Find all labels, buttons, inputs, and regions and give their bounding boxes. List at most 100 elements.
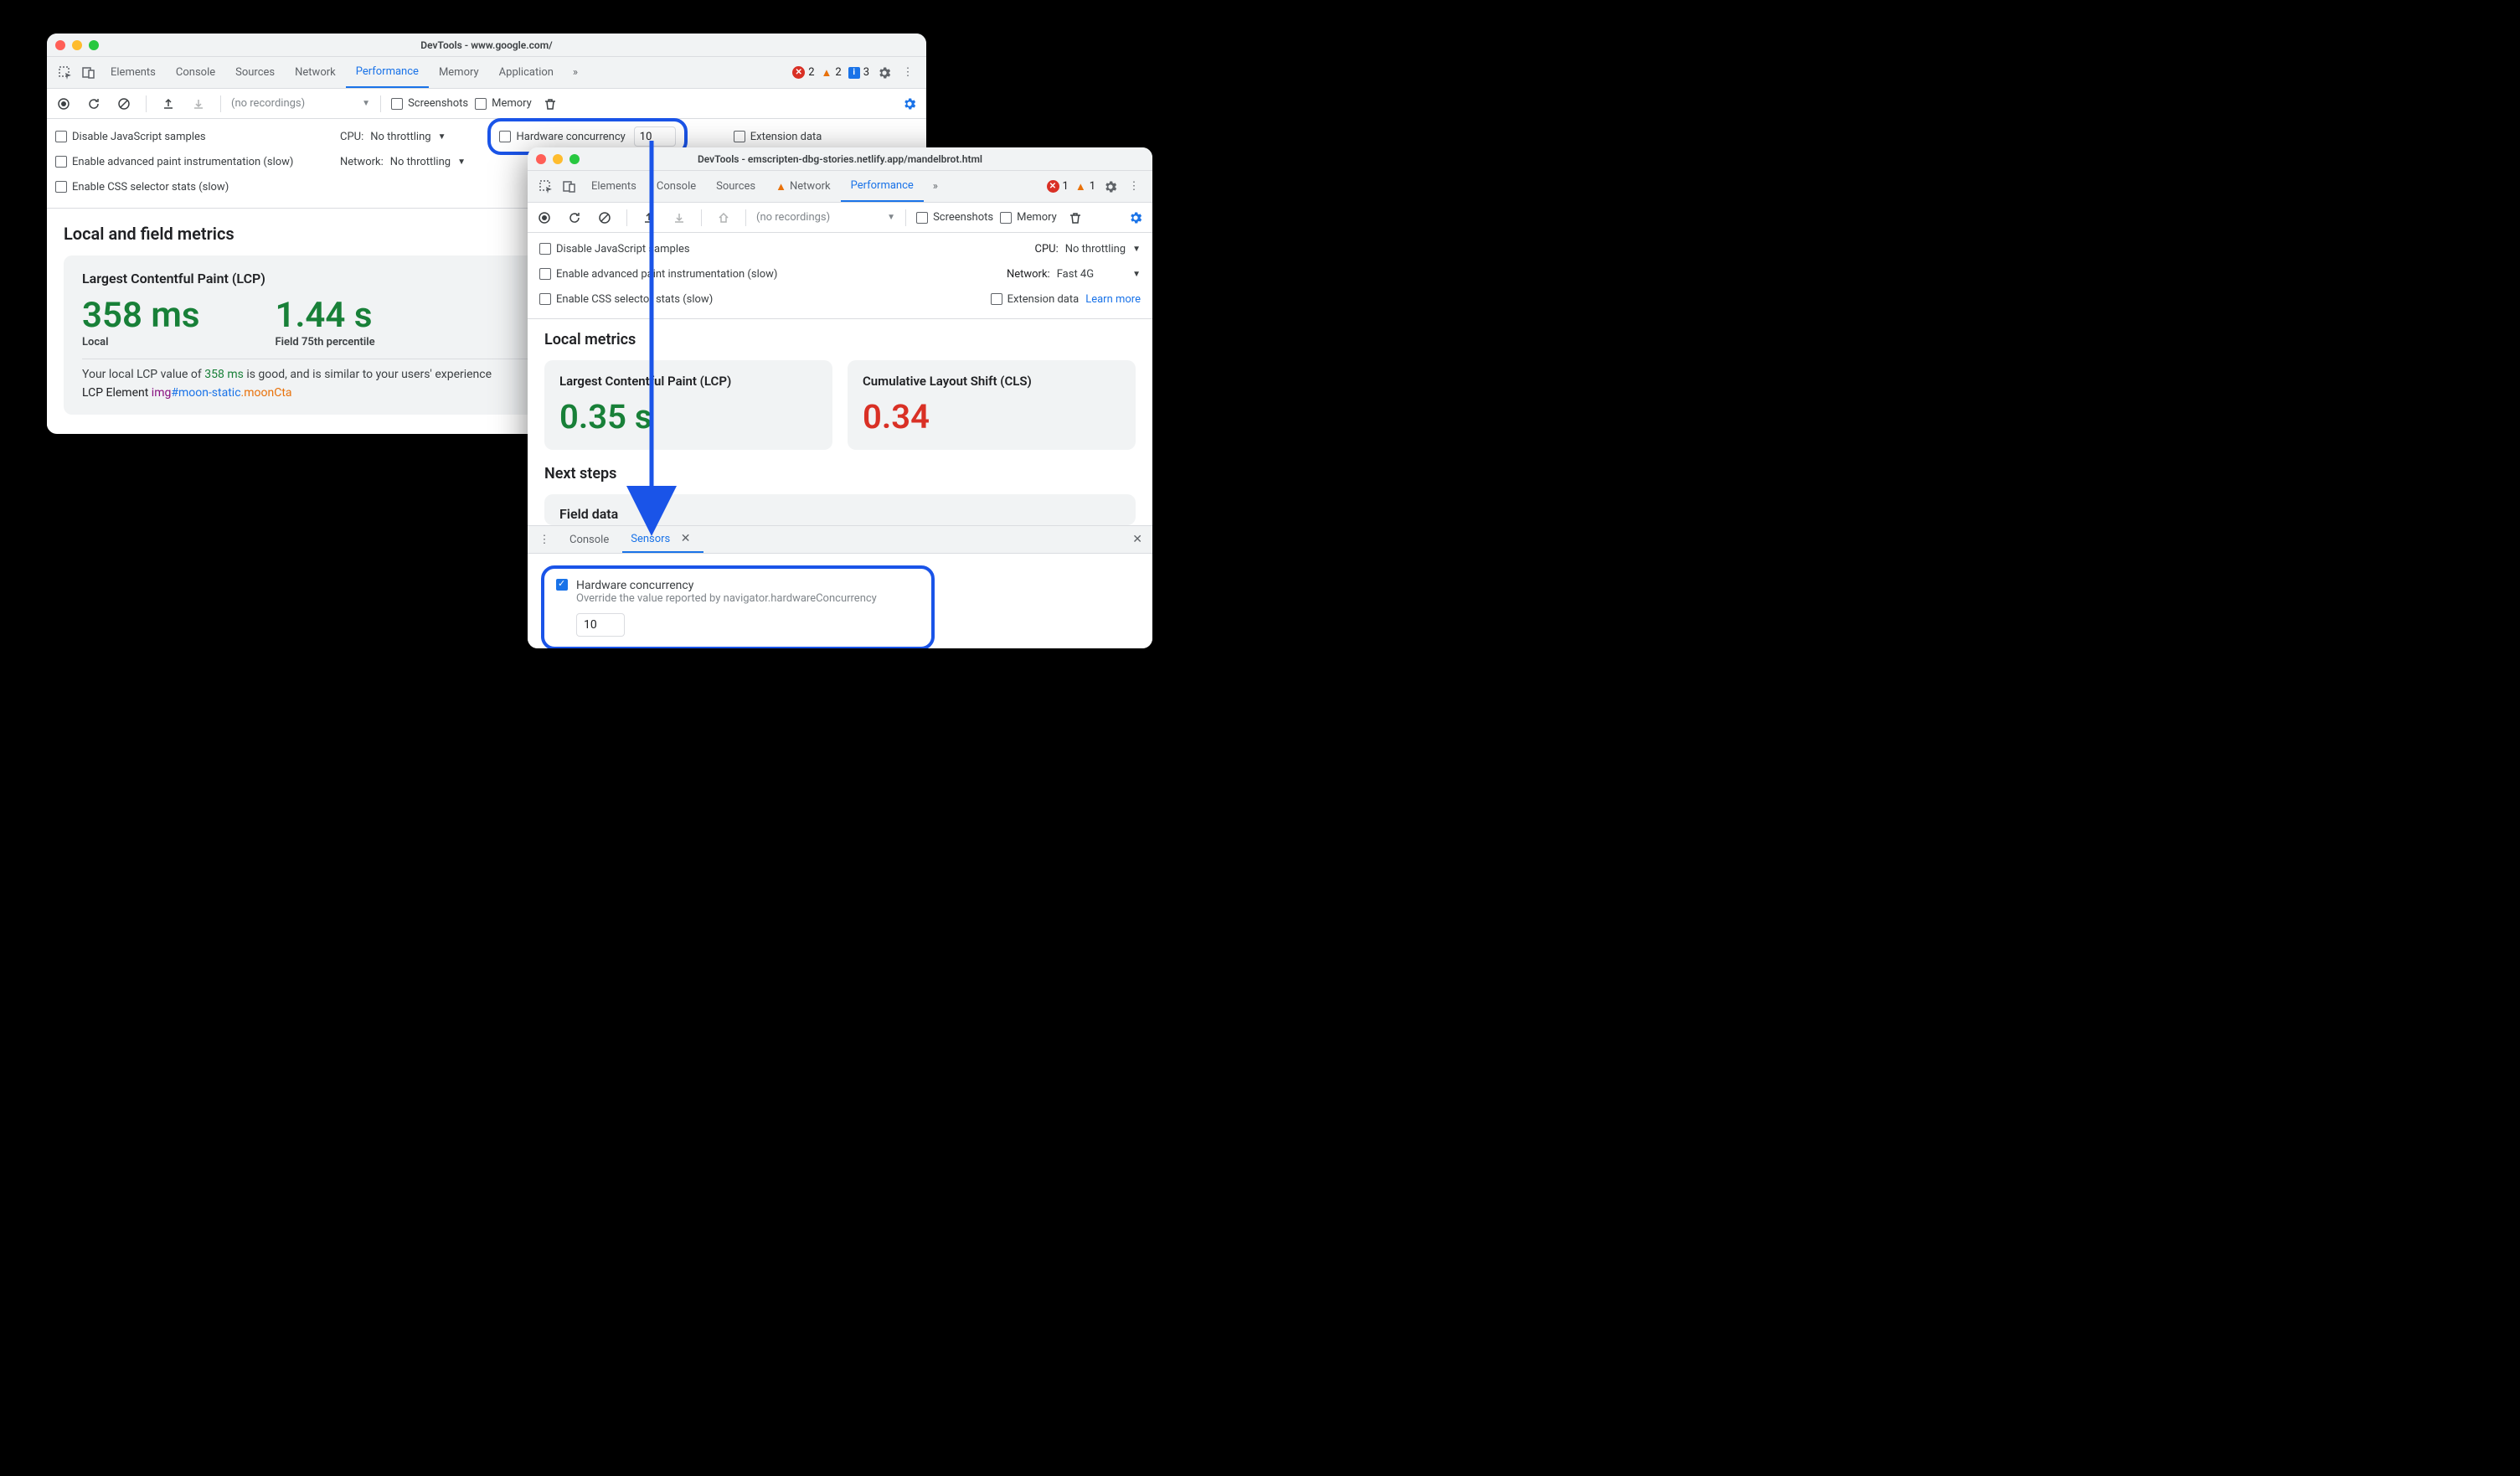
record-icon[interactable] (52, 92, 75, 116)
tab-network[interactable]: ▲Network (765, 171, 840, 202)
maximize-icon[interactable] (569, 154, 580, 164)
tab-sources[interactable]: Sources (706, 171, 765, 202)
disable-js-checkbox[interactable]: Disable JavaScript samples (55, 131, 340, 143)
more-tabs-icon[interactable]: » (924, 175, 947, 199)
paint-instrumentation-checkbox[interactable]: Enable advanced paint instrumentation (s… (55, 156, 340, 168)
tab-sources[interactable]: Sources (225, 57, 285, 88)
recordings-placeholder: (no recordings) (231, 97, 305, 110)
home-icon[interactable] (712, 206, 735, 230)
drawer-tab-sensors-label: Sensors (631, 533, 670, 545)
clear-icon[interactable] (112, 92, 136, 116)
extension-data-checkbox[interactable]: Extension data (734, 131, 822, 143)
tab-memory[interactable]: Memory (429, 57, 489, 88)
hw-sensor-label: Hardware concurrency (576, 579, 877, 592)
drawer-tab-console[interactable]: Console (561, 526, 617, 553)
inspect-icon[interactable] (54, 61, 77, 85)
window-title: DevTools - emscripten-dbg-stories.netlif… (698, 153, 982, 165)
maximize-icon[interactable] (89, 40, 99, 50)
warning-icon: ▲ (776, 180, 786, 194)
css-stats-checkbox[interactable]: Enable CSS selector stats (slow) (539, 293, 713, 306)
more-tabs-icon[interactable]: » (564, 61, 587, 85)
errors-badge[interactable]: ✕1 (1047, 180, 1069, 193)
network-value: No throttling (390, 156, 451, 168)
memory-label: Memory (1017, 211, 1057, 224)
close-icon[interactable] (55, 40, 65, 50)
upload-icon[interactable] (157, 92, 180, 116)
tab-elements[interactable]: Elements (581, 171, 647, 202)
cpu-label: CPU: (340, 131, 363, 143)
learn-more-link[interactable]: Learn more (1085, 293, 1141, 306)
network-throttle-select[interactable]: No throttling▼ (390, 156, 466, 168)
metrics-section-title: Local metrics (544, 331, 1136, 348)
network-label: Network: (340, 156, 384, 168)
gc-icon[interactable] (1064, 206, 1087, 230)
separator (220, 95, 221, 112)
kebab-menu-icon[interactable]: ⋮ (533, 528, 556, 551)
kebab-menu-icon[interactable]: ⋮ (896, 61, 920, 85)
info-badge[interactable]: i3 (848, 66, 869, 79)
errors-badge[interactable]: ✕2 (792, 66, 814, 79)
clear-icon[interactable] (593, 206, 616, 230)
tab-performance[interactable]: Performance (841, 171, 924, 202)
settings-icon[interactable] (1099, 175, 1122, 199)
cls-card: Cumulative Layout Shift (CLS) 0.34 (848, 360, 1136, 450)
drawer-tab-sensors[interactable]: Sensors ✕ (622, 526, 703, 553)
tab-network[interactable]: Network (285, 57, 346, 88)
screenshots-label: Screenshots (933, 211, 993, 224)
network-label: Network: (1007, 268, 1050, 281)
capture-options: Disable JavaScript samples CPU:No thrott… (528, 233, 1152, 319)
close-drawer-icon[interactable]: ✕ (1127, 533, 1147, 546)
css-stats-checkbox[interactable]: Enable CSS selector stats (slow) (55, 181, 340, 194)
field-data-title: Field data (559, 506, 1121, 522)
gc-icon[interactable] (539, 92, 562, 116)
inspect-icon[interactable] (534, 175, 558, 199)
tab-performance[interactable]: Performance (346, 57, 429, 88)
memory-checkbox[interactable]: Memory (1000, 211, 1057, 224)
warnings-badge[interactable]: ▲2 (822, 66, 842, 80)
minimize-icon[interactable] (553, 154, 563, 164)
upload-icon[interactable] (637, 206, 661, 230)
hardware-concurrency-input[interactable]: 10 (634, 126, 676, 147)
device-toggle-icon[interactable] (558, 175, 581, 199)
network-throttle-select[interactable]: Fast 4G▼ (1057, 268, 1141, 281)
recordings-placeholder: (no recordings) (756, 211, 830, 224)
metrics-panel: Local metrics Largest Contentful Paint (… (528, 319, 1152, 525)
perf-toolbar: (no recordings)▼ Screenshots Memory (47, 89, 926, 119)
hardware-concurrency-checkbox[interactable]: Hardware concurrency (499, 131, 625, 143)
desc-pre: Your local LCP value of (82, 368, 204, 381)
tab-console[interactable]: Console (166, 57, 225, 88)
settings-icon[interactable] (873, 61, 896, 85)
device-toggle-icon[interactable] (77, 61, 100, 85)
capture-settings-icon[interactable] (898, 92, 921, 116)
record-icon[interactable] (533, 206, 556, 230)
tab-console[interactable]: Console (647, 171, 706, 202)
lcp-value: 0.35 s (559, 397, 817, 436)
paint-instrumentation-checkbox[interactable]: Enable advanced paint instrumentation (s… (539, 268, 777, 281)
tab-application[interactable]: Application (489, 57, 564, 88)
cpu-throttle-select[interactable]: No throttling▼ (370, 131, 446, 143)
disable-js-checkbox[interactable]: Disable JavaScript samples (539, 243, 690, 255)
lcp-element-id: #moon-static (171, 386, 240, 400)
hardware-concurrency-sensor-input[interactable]: 10 (576, 613, 625, 637)
reload-record-icon[interactable] (82, 92, 106, 116)
close-tab-icon[interactable]: ✕ (676, 532, 696, 545)
cpu-throttle-select[interactable]: No throttling▼ (1065, 243, 1141, 255)
warnings-badge[interactable]: ▲1 (1075, 180, 1095, 194)
hardware-concurrency-sensor-checkbox[interactable] (556, 579, 568, 591)
tab-elements[interactable]: Elements (100, 57, 166, 88)
reload-record-icon[interactable] (563, 206, 586, 230)
recordings-dropdown[interactable]: (no recordings)▼ (231, 97, 370, 110)
recordings-dropdown[interactable]: (no recordings)▼ (756, 211, 895, 224)
extension-data-checkbox[interactable]: Extension data (991, 293, 1080, 306)
paint-instr-label: Enable advanced paint instrumentation (s… (72, 156, 293, 168)
capture-settings-icon[interactable] (1124, 206, 1147, 230)
sensors-panel: Hardware concurrency Override the value … (528, 554, 1152, 648)
memory-checkbox[interactable]: Memory (475, 97, 532, 110)
minimize-icon[interactable] (72, 40, 82, 50)
screenshots-checkbox[interactable]: Screenshots (916, 211, 993, 224)
screenshots-checkbox[interactable]: Screenshots (391, 97, 468, 110)
kebab-menu-icon[interactable]: ⋮ (1122, 175, 1146, 199)
download-icon[interactable] (667, 206, 691, 230)
download-icon[interactable] (187, 92, 210, 116)
close-icon[interactable] (536, 154, 546, 164)
